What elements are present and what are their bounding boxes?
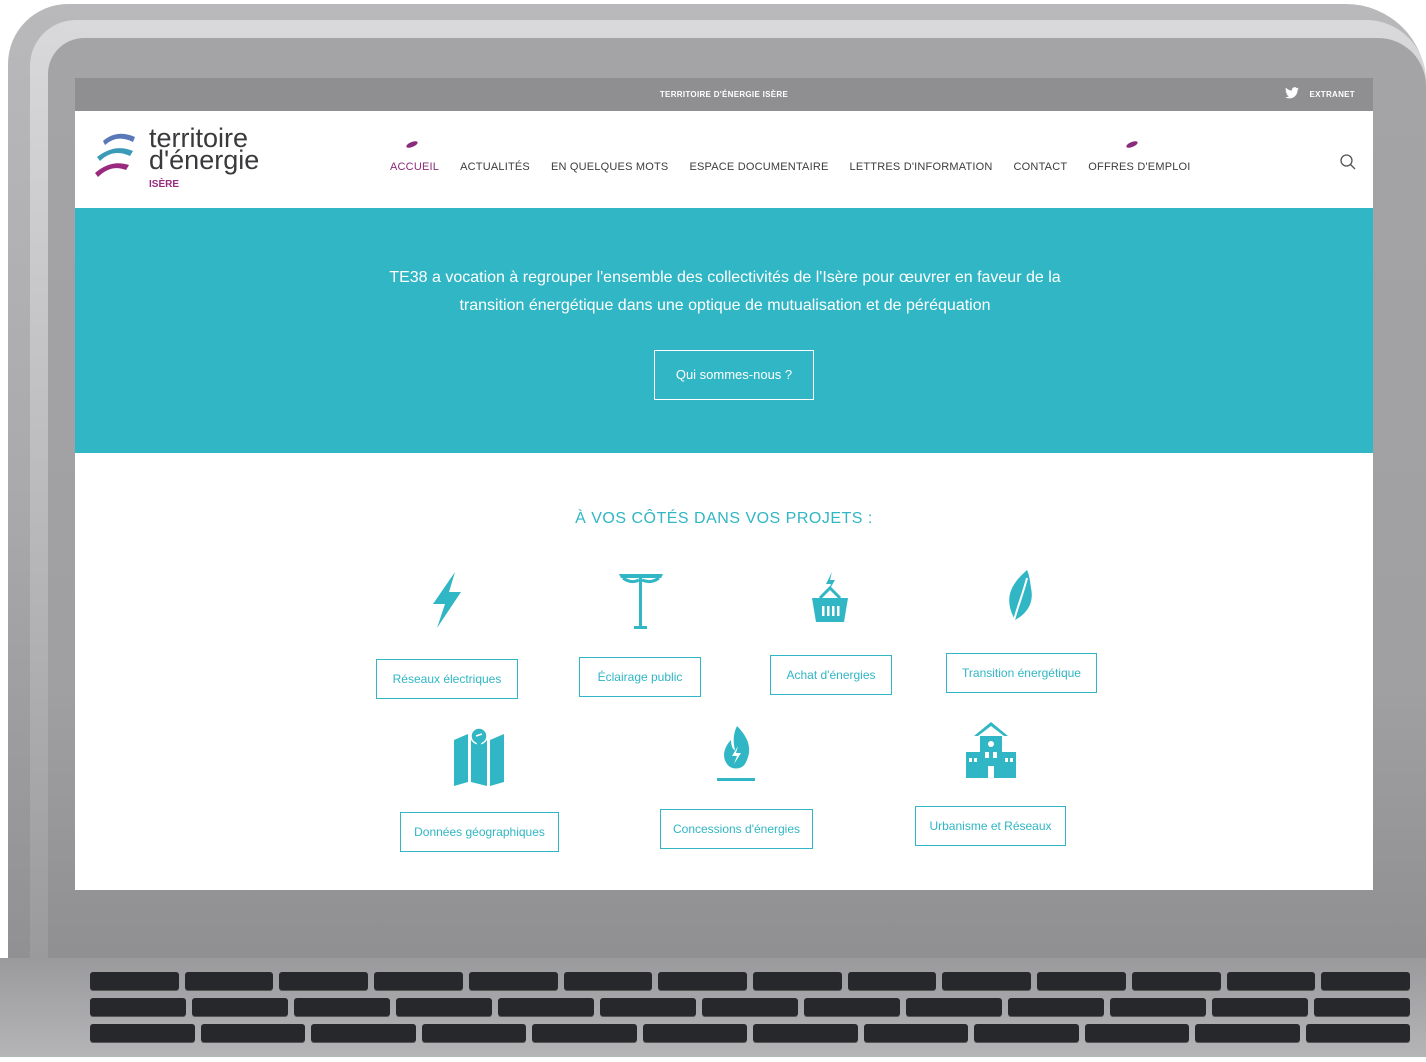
about-us-button[interactable]: Qui sommes-nous ? bbox=[654, 350, 814, 400]
service-transition bbox=[1001, 568, 1041, 633]
nav-item-offres-emploi[interactable]: OFFRES D'EMPLOI bbox=[1088, 140, 1190, 173]
service-concessions bbox=[715, 724, 757, 789]
logo-line2: d'énergie bbox=[149, 145, 260, 175]
service-eclairage bbox=[617, 570, 665, 635]
nav-item-en-quelques-mots[interactable]: EN QUELQUES MOTS bbox=[551, 161, 669, 173]
keyboard-keys bbox=[90, 972, 1411, 1062]
nav-item-contact[interactable]: CONTACT bbox=[1014, 161, 1068, 173]
urbanisme-reseaux-button[interactable]: Urbanisme et Réseaux bbox=[915, 806, 1066, 846]
logo[interactable]: territoire d'énergie ISÈRE bbox=[93, 125, 263, 197]
lightning-icon bbox=[433, 572, 461, 628]
highlight-mark bbox=[1125, 140, 1139, 149]
leaf-icon bbox=[1009, 570, 1032, 625]
concessions-energies-button[interactable]: Concessions d'énergies bbox=[660, 809, 813, 849]
service-achat bbox=[810, 570, 850, 635]
site-header: territoire d'énergie ISÈRE ACCUEIL ACTUA… bbox=[75, 111, 1373, 208]
extranet-link[interactable]: EXTRANET bbox=[1309, 90, 1355, 99]
flame-icon bbox=[717, 726, 755, 781]
service-urbanisme bbox=[964, 720, 1018, 785]
browser-screen: TERRITOIRE D'ÉNERGIE ISÈRE EXTRANET terr… bbox=[75, 78, 1373, 890]
logo-swirl-icon bbox=[95, 133, 135, 177]
top-bar: TERRITOIRE D'ÉNERGIE ISÈRE EXTRANET bbox=[75, 78, 1373, 111]
main-nav: ACCUEIL ACTUALITÉS EN QUELQUES MOTS ESPA… bbox=[390, 140, 1191, 173]
nav-item-accueil[interactable]: ACCUEIL bbox=[390, 140, 439, 173]
streetlight-icon bbox=[619, 574, 663, 629]
map-icon bbox=[454, 727, 504, 786]
hero-text: TE38 a vocation à regrouper l'ensemble d… bbox=[389, 269, 1061, 314]
logo-sub: ISÈRE bbox=[149, 179, 180, 190]
site-title: TERRITOIRE D'ÉNERGIE ISÈRE bbox=[659, 90, 789, 99]
service-donnees bbox=[452, 724, 506, 791]
nav-item-actualites[interactable]: ACTUALITÉS bbox=[460, 161, 530, 173]
search-icon[interactable] bbox=[1339, 153, 1357, 171]
twitter-icon[interactable] bbox=[1285, 87, 1300, 101]
reseaux-electriques-button[interactable]: Réseaux électriques bbox=[376, 659, 518, 699]
building-icon bbox=[966, 722, 1016, 778]
donnees-geographiques-button[interactable]: Données géographiques bbox=[400, 812, 559, 852]
section-title: À VOS CÔTÉS DANS VOS PROJETS : bbox=[575, 510, 873, 527]
nav-item-espace-documentaire[interactable]: ESPACE DOCUMENTAIRE bbox=[689, 161, 828, 173]
nav-item-lettres[interactable]: LETTRES D'INFORMATION bbox=[850, 161, 993, 173]
eclairage-public-button[interactable]: Éclairage public bbox=[579, 657, 701, 697]
transition-energetique-button[interactable]: Transition énergétique bbox=[946, 653, 1097, 693]
achat-energies-button[interactable]: Achat d'énergies bbox=[770, 655, 892, 695]
basket-icon bbox=[812, 572, 848, 622]
active-mark bbox=[405, 140, 419, 149]
service-reseaux bbox=[427, 570, 467, 635]
hero-banner: TE38 a vocation à regrouper l'ensemble d… bbox=[75, 208, 1373, 453]
laptop-mockup: TERRITOIRE D'ÉNERGIE ISÈRE EXTRANET terr… bbox=[0, 0, 1426, 1057]
